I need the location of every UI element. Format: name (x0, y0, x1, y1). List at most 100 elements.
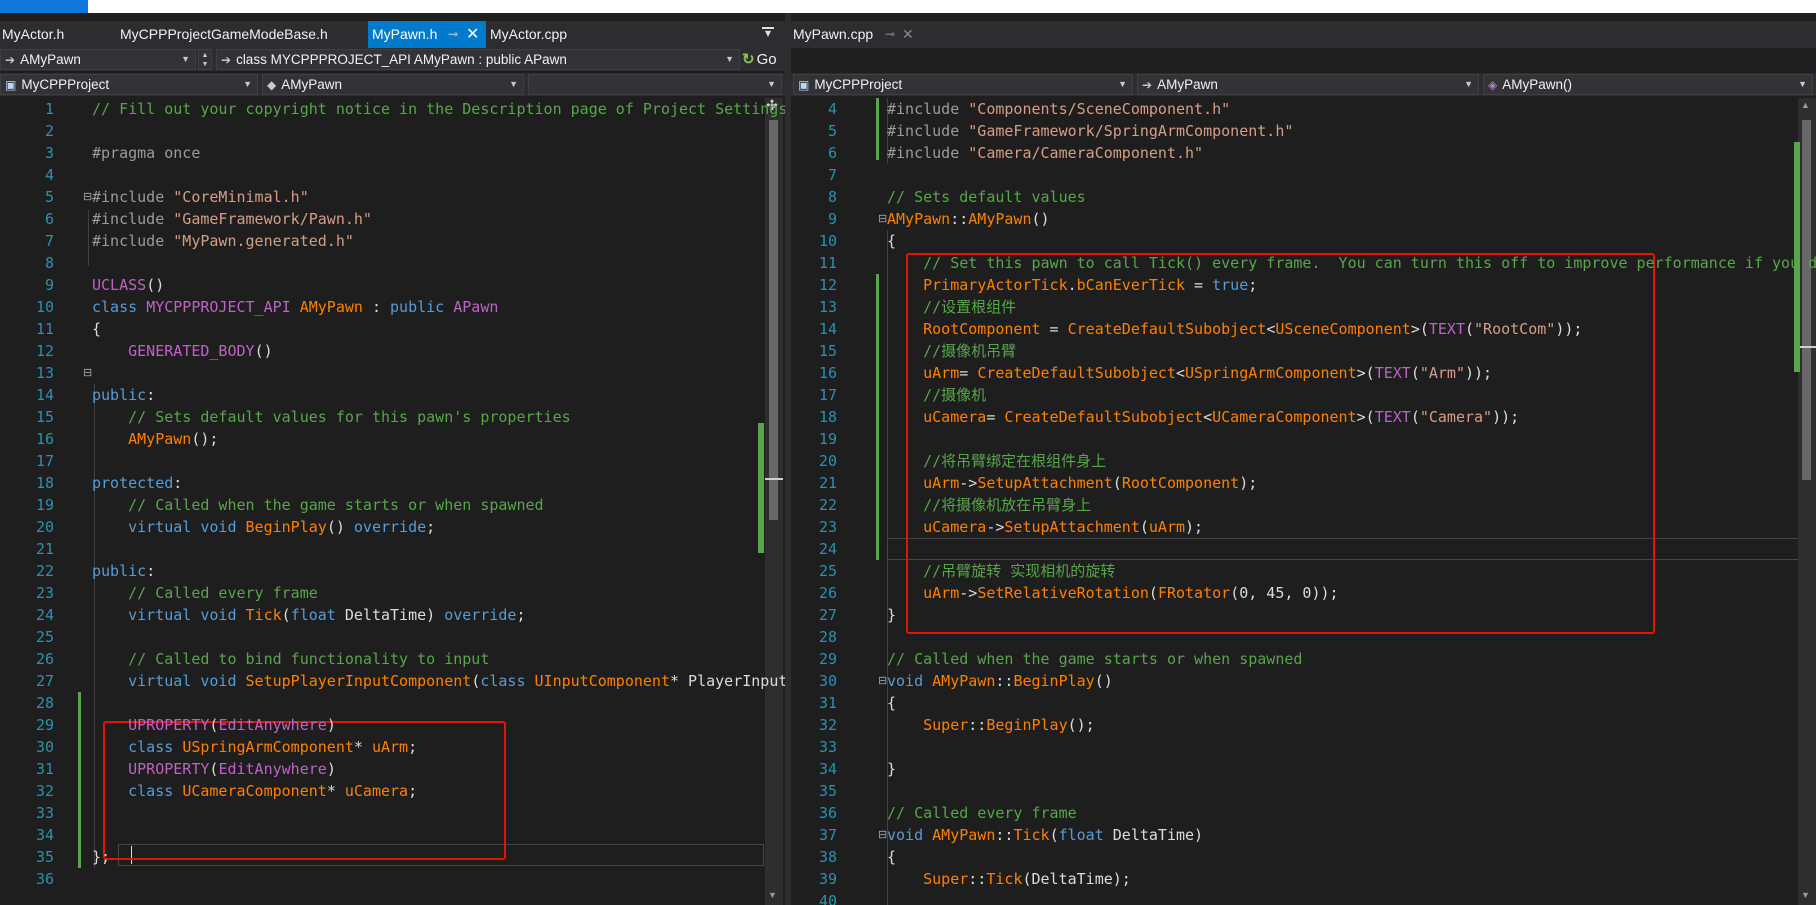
code-token: public (390, 298, 454, 316)
right-tab-bar: MyPawn.cpp ⊸ ✕ (791, 21, 1816, 48)
tab-label: MyActor.h (2, 26, 65, 42)
class-combo[interactable]: ➔ AMyPawn ▼ (1137, 74, 1479, 95)
right-vertical-scrollbar[interactable]: ▲ ▼ (1798, 98, 1816, 905)
code-token: UCameraComponent (182, 782, 327, 800)
code-token: (); (1067, 716, 1095, 734)
tab-mypawn-h[interactable]: MyPawn.h ⊸ ✕ (368, 21, 486, 48)
line-number: 13 (35, 364, 54, 382)
code-text: #pragma once (92, 142, 200, 164)
close-icon[interactable]: ✕ (466, 21, 479, 48)
code-token: UPROPERTY (128, 716, 210, 734)
code-text: } (887, 604, 896, 626)
code-text: UCLASS() (92, 274, 164, 296)
code-token: )); (1492, 408, 1520, 426)
pin-icon[interactable]: ⊸ (448, 21, 458, 48)
code-token: < (1266, 320, 1276, 338)
code-token: ; (516, 606, 526, 624)
code-token: : (173, 474, 183, 492)
type-combo[interactable]: ➔ AMyPawn ▼ (0, 49, 196, 70)
code-token: GENERATED_BODY (128, 342, 255, 360)
project-combo[interactable]: ▣ MyCPPProject ▼ (0, 74, 258, 95)
line-number: 35 (818, 782, 837, 800)
line-number: 7 (827, 166, 837, 184)
code-token: UCLASS (92, 276, 147, 294)
code-token: -> (959, 584, 978, 602)
code-token: = (1040, 320, 1068, 338)
code-token: USpringArmComponent (182, 738, 354, 756)
left-vertical-scrollbar[interactable]: ▲ ▼ (765, 98, 783, 905)
scroll-up-icon[interactable]: ▲ (1801, 100, 1810, 110)
scrollbar-thumb[interactable] (769, 120, 778, 520)
close-icon[interactable]: ✕ (902, 21, 914, 48)
left-editor-pane: MyActor.h MyCPPProjectGameModeBase.h MyP… (0, 13, 785, 905)
pin-icon[interactable]: ⊸ (885, 21, 895, 48)
right-code-editor[interactable]: ⊟ ⊟ ⊟ ▲ ▼ 4 #include "Components/SceneCom… (791, 98, 1816, 905)
class-combo-value: AMyPawn (281, 77, 343, 92)
code-token: } (887, 606, 897, 624)
code-token: ( (1112, 474, 1122, 492)
code-token: AMyPawn (299, 298, 363, 316)
code-text: AMyPawn(); (92, 428, 218, 450)
line-number: 26 (818, 584, 837, 602)
member-combo[interactable]: ▼ (528, 74, 782, 95)
code-token: CreateDefaultSubobject (977, 364, 1176, 382)
code-text: uCamera->SetupAttachment(uArm); (887, 516, 1203, 538)
tab-myactor-cpp[interactable]: MyActor.cpp (488, 21, 598, 48)
code-token: EditAnywhere (218, 760, 327, 778)
go-button[interactable]: ↻ Go (742, 49, 782, 70)
class-combo[interactable]: ◆ AMyPawn ▼ (262, 74, 524, 95)
code-text: } (887, 758, 896, 780)
line-number: 18 (35, 474, 54, 492)
left-code-editor[interactable]: ⊟ ⊟ ▲ ▼ ✣ 1// Fill out your copyright no… (0, 98, 785, 905)
code-text: class MYCPPPROJECT_API AMyPawn : public … (92, 296, 498, 318)
code-token: ; (408, 782, 418, 800)
line-number: 6 (44, 210, 54, 228)
tab-myactor-h[interactable]: MyActor.h (0, 21, 112, 48)
line-number: 28 (818, 628, 837, 646)
project-combo[interactable]: ▣ MyCPPProject ▼ (793, 74, 1133, 95)
tab-gamemodebase-h[interactable]: MyCPPProjectGameModeBase.h (118, 21, 348, 48)
code-token: class (92, 298, 147, 316)
code-text: uCamera= CreateDefaultSubobject<UCameraC… (887, 406, 1519, 428)
code-token: BeginPlay (986, 716, 1068, 734)
scroll-down-icon[interactable]: ▼ (1801, 890, 1810, 900)
code-token: Super (923, 716, 969, 734)
code-token: // Called to bind functionality to input (128, 650, 490, 668)
scrollbar-thumb[interactable] (1802, 120, 1811, 480)
code-token: uCamera (344, 782, 409, 800)
code-token: //设置根组件 (923, 298, 1017, 316)
nav-spinner[interactable]: ▲ ▼ (198, 49, 212, 70)
scope-combo[interactable]: ➔ class MYCPPPROJECT_API AMyPawn : public… (216, 49, 740, 70)
code-token: "GameFramework/Pawn.h" (173, 210, 372, 228)
line-number: 21 (818, 474, 837, 492)
code-text: //设置根组件 (887, 296, 1016, 318)
code-token: ( (1139, 518, 1149, 536)
code-token: SetupAttachment (977, 474, 1113, 492)
tab-mypawn-cpp[interactable]: MyPawn.cpp ⊸ ✕ (791, 21, 921, 48)
code-token: : (362, 298, 391, 316)
code-token: "Camera/CameraComponent.h" (968, 144, 1204, 162)
code-token: { (887, 694, 897, 712)
fold-toggle-icon[interactable]: ⊟ (83, 362, 93, 384)
member-combo[interactable]: ◈ AMyPawn() ▼ (1483, 74, 1813, 95)
line-number: 19 (35, 496, 54, 514)
project-icon: ▣ (798, 78, 810, 92)
code-token: uArm (371, 738, 409, 756)
code-token: public (92, 562, 147, 580)
code-token: SetRelativeRotation (977, 584, 1149, 602)
code-token: // Set this pawn to call Tick() every fr… (923, 254, 1816, 272)
scroll-down-icon[interactable]: ▼ (768, 890, 777, 900)
tab-list-dropdown-icon[interactable]: ▾ (761, 27, 775, 41)
code-text: protected: (92, 472, 182, 494)
code-token: "Camera" (1419, 408, 1493, 426)
code-text: void AMyPawn::Tick(float DeltaTime) (887, 824, 1203, 846)
code-text: UPROPERTY(EditAnywhere) (92, 758, 336, 780)
